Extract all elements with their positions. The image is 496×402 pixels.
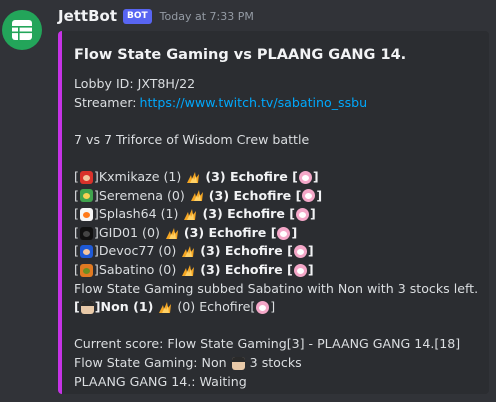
team1-status: Flow State Gaming: Non 3 stocks [74,354,477,373]
jigglypuff-icon [293,245,307,259]
game-and-watch-icon [79,226,93,240]
bowser-icon [79,189,93,203]
match-opponent: (3) Echofire [202,206,285,222]
fire-icon [182,208,198,221]
bot-tag: BOT [123,8,152,24]
mii-brawler-icon [231,356,245,370]
current-score: Current score: Flow State Gaming[3] - PL… [74,336,461,352]
sonic-icon [79,245,93,259]
fire-icon [180,264,196,277]
fire-icon [164,227,180,240]
bot-avatar[interactable] [2,10,42,50]
jigglypuff-icon [302,189,316,203]
fire-icon [189,189,205,202]
match-opponent: (3) Echofire [200,243,283,259]
battle-type: 7 vs 7 Triforce of Wisdom Crew battle [74,131,310,147]
match-opponent: (3) Echofire [183,224,267,240]
username[interactable]: JettBot [58,7,117,25]
match-opponent: (3) Echofire [205,168,288,184]
sub-note: Flow State Gaming subbed Sabatino with N… [74,280,479,296]
match-player: GID01 (0) [98,224,160,240]
match-player: Seremena (0) [98,187,185,203]
match-line: [] Kxmikaze (1) (3) Echofire [] [74,168,477,187]
streamer-line: Streamer: https://www.twitch.tv/sabatino… [74,94,477,113]
match-line: [] Seremena (0) (3) Echofire [] [74,187,477,206]
mii-brawler-icon [80,300,94,314]
king-k-rool-icon [79,263,93,277]
message-header: JettBot BOT Today at 7:33 PM [58,5,254,27]
match-line: [] Devoc77 (0) (3) Echofire [] [74,242,477,261]
jigglypuff-icon [256,300,270,314]
fire-icon [185,171,201,184]
match-opponent: (3) Echofire [200,261,283,277]
spreadsheet-icon [12,20,32,40]
inkling-icon [79,207,93,221]
last-match-player: Non (1) [100,299,154,315]
team2-status: PLAANG GANG 14.: Waiting [74,373,247,389]
jigglypuff-icon [293,263,307,277]
match-player: Sabatino (0) [98,261,177,277]
match-line: [] GID01 (0) (3) Echofire [] [74,224,477,243]
streamer-link[interactable]: https://www.twitch.tv/sabatino_ssbu [140,94,368,113]
team1-status-text: Flow State Gaming: Non [74,354,227,370]
last-match: [ ] Non (1) (0) Echofire [ ] [74,298,477,317]
fire-icon [180,245,196,258]
streamer-label: Streamer: [74,94,137,110]
match-opponent: (3) Echofire [208,187,292,203]
lobby-id: Lobby ID: JXT8H/22 [74,76,196,91]
match-player: Devoc77 (0) [98,243,177,259]
fire-icon [157,301,173,314]
last-match-opponent: (0) Echofire [177,299,251,315]
jigglypuff-icon [277,226,291,240]
match-line: [] Sabatino (0) (3) Echofire [] [74,261,477,280]
match-player: Kxmikaze (1) [98,168,182,184]
jigglypuff-icon [298,170,312,184]
message-embed: Flow State Gaming vs PLAANG GANG 14. Lob… [58,31,489,394]
mario-icon [79,170,93,184]
timestamp[interactable]: Today at 7:33 PM [160,10,254,23]
match-line: [] Splash64 (1) (3) Echofire [] [74,205,477,224]
match-player: Splash64 (1) [98,206,179,222]
embed-body: Lobby ID: JXT8H/22 Streamer: https://www… [74,75,479,391]
jigglypuff-icon [296,207,310,221]
team1-stocks: 3 stocks [249,354,302,370]
embed-title: Flow State Gaming vs PLAANG GANG 14. [74,47,407,63]
